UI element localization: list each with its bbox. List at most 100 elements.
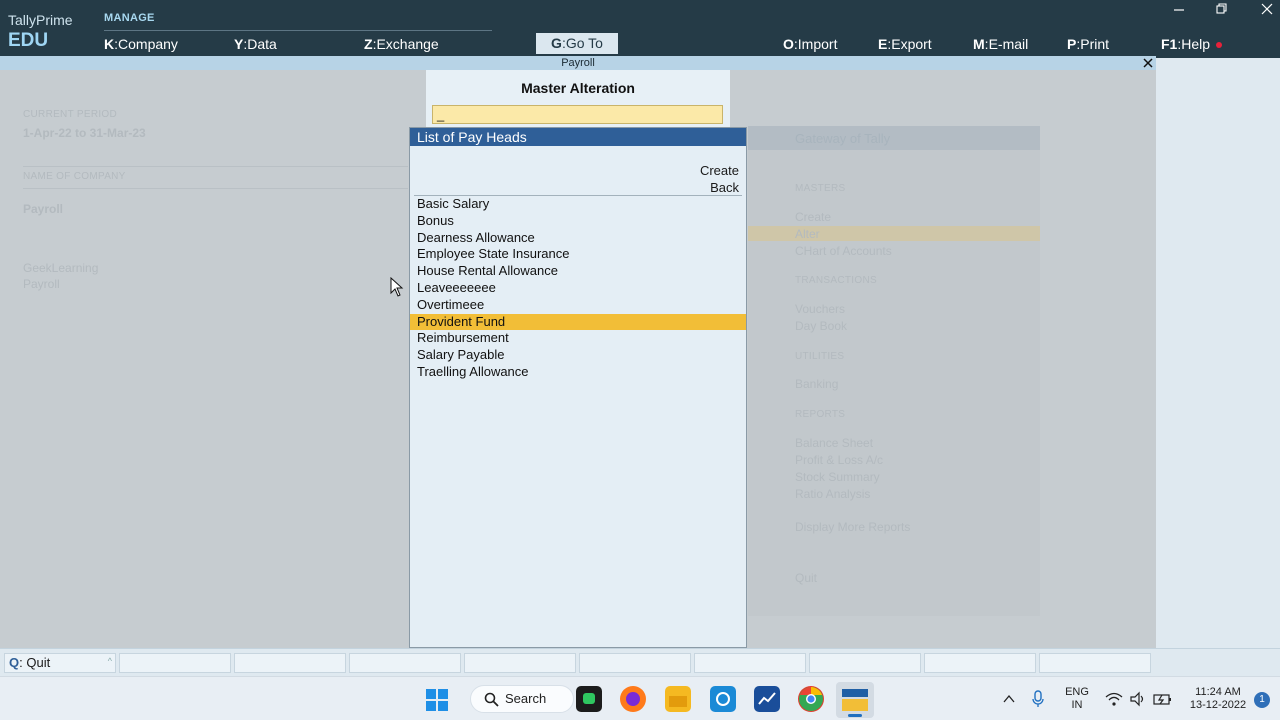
gateway-item: Profit & Loss A/c [795,453,884,467]
search-label: Search [505,691,547,706]
master-name-input[interactable]: _ [432,105,723,124]
brand-name: TallyPrime [8,12,73,28]
clock-date: 13-12-2022 [1189,699,1247,711]
gateway-header [748,126,1040,150]
bottom-button-bar: Q: Quit ^ [0,648,1280,676]
menu-group-label: MANAGE [104,12,155,24]
bg-divider [23,188,408,189]
menu-exchange[interactable]: Z:Exchange [364,36,439,52]
list-item[interactable]: Bonus [410,213,746,230]
menu-email[interactable]: M:E-mail [973,36,1028,52]
list-popup-title: List of Pay Heads [410,128,746,146]
company-name-value: Payroll [23,202,64,216]
gateway-item: Stock Summary [795,470,880,484]
list-item-selected[interactable]: Provident Fund [410,313,746,331]
windows-start-icon[interactable] [425,688,449,712]
gateway-item: Ratio Analysis [795,487,871,501]
bg-divider [23,166,408,167]
chevron-up-icon[interactable] [1002,693,1016,705]
master-alteration-title: Master Alteration [521,80,635,96]
caret-icon: ^ [107,656,112,666]
current-period-value: 1-Apr-22 to 31-Mar-23 [23,126,146,140]
screen-title-strip: Payroll [0,56,1156,70]
tallyprime-task-icon[interactable] [836,682,874,718]
menu-help[interactable]: F1:Help [1161,36,1223,52]
chat-app-icon[interactable] [576,686,602,712]
list-item[interactable]: Salary Payable [410,347,746,364]
empty-button-slot [234,653,346,673]
clock[interactable]: 11:24 AM 13-12-2022 [1184,686,1252,712]
microphone-icon[interactable] [1031,690,1045,708]
list-item[interactable]: Basic Salary [410,196,746,213]
taskbar-search[interactable]: Search [470,685,574,713]
brand-edition: EDU [8,30,49,51]
volume-icon[interactable] [1129,691,1147,707]
menu-print[interactable]: P:Print [1067,36,1109,52]
empty-button-slot [924,653,1036,673]
gateway-section-heading: TRANSACTIONS [795,275,877,286]
clock-time: 11:24 AM [1195,686,1241,698]
chart-app-icon[interactable] [754,686,780,712]
empty-button-slot [349,653,461,673]
pay-heads-list: Basic Salary Bonus Dearness Allowance Em… [410,196,746,381]
gateway-item: Display More Reports [795,520,911,534]
current-period-label: CURRENT PERIOD [23,109,118,120]
list-actions: Create Back [700,162,739,196]
close-window-icon[interactable] [1260,2,1274,16]
close-screen-icon[interactable] [1141,56,1155,70]
menu-export[interactable]: E:Export [878,36,932,52]
empty-button-slot [119,653,231,673]
gateway-panel [748,126,1040,616]
list-create-action[interactable]: Create [700,162,739,179]
minimize-icon[interactable] [1172,2,1186,16]
notification-badge[interactable]: 1 [1254,692,1270,708]
list-item[interactable]: Reimbursement [410,330,746,347]
restore-icon[interactable] [1215,2,1229,16]
empty-button-slot [1039,653,1151,673]
chrome-icon[interactable] [798,686,824,712]
menu-company[interactable]: K:Company [104,36,178,52]
menu-goto-button[interactable]: G:Go To [536,33,618,54]
list-back-action[interactable]: Back [700,179,739,196]
brand: TallyPrime EDU [8,12,73,52]
file-explorer-icon[interactable] [665,686,691,712]
list-item[interactable]: Dearness Allowance [410,230,746,247]
gateway-section-heading: UTILITIES [795,351,845,362]
list-item[interactable]: Traelling Allowance [410,364,746,381]
gateway-highlight [748,226,1040,241]
list-item[interactable]: Employee State Insurance [410,246,746,263]
right-side-panel [1156,58,1280,648]
quit-button[interactable]: Q: Quit ^ [4,653,116,673]
wifi-icon[interactable] [1105,691,1123,707]
gateway-item: Quit [795,571,818,585]
mouse-pointer-icon [390,277,404,297]
empty-button-slot [464,653,576,673]
help-alert-dot [1216,42,1223,49]
empty-button-slot [694,653,806,673]
pay-heads-list-popup: List of Pay Heads Create Back Basic Sala… [409,127,747,648]
search-icon [484,692,499,707]
company-name-label: NAME OF COMPANY [23,171,126,182]
gateway-item: Banking [795,377,839,391]
store-app-icon[interactable] [710,686,736,712]
list-item[interactable]: House Rental Allowance [410,263,746,280]
gateway-item: CHart of Accounts [795,244,892,258]
firefox-icon[interactable] [620,686,646,712]
menu-import[interactable]: O:Import [783,36,837,52]
language-indicator[interactable]: ENG IN [1062,686,1092,712]
company-list-item: Payroll [23,277,60,291]
company-list-item: GeekLearning [23,261,99,275]
gateway-section-heading: REPORTS [795,409,846,420]
gateway-item: Vouchers [795,302,846,316]
empty-button-slot [579,653,691,673]
taskbar: Search ENG IN 11:24 AM 13-12-2022 1 [0,676,1280,720]
gateway-item: Balance Sheet [795,436,874,450]
gateway-title: Gateway of Tally [795,131,891,146]
top-bar: TallyPrime EDU MANAGE K:Company Y:Data Z… [0,0,1280,58]
battery-charging-icon[interactable] [1153,691,1173,707]
list-item[interactable]: Overtimeee [410,297,746,314]
menu-data[interactable]: Y:Data [234,36,277,52]
gateway-item: Day Book [795,319,848,333]
list-item[interactable]: Leaveeeeeee [410,280,746,297]
menu-group-divider [104,30,492,31]
